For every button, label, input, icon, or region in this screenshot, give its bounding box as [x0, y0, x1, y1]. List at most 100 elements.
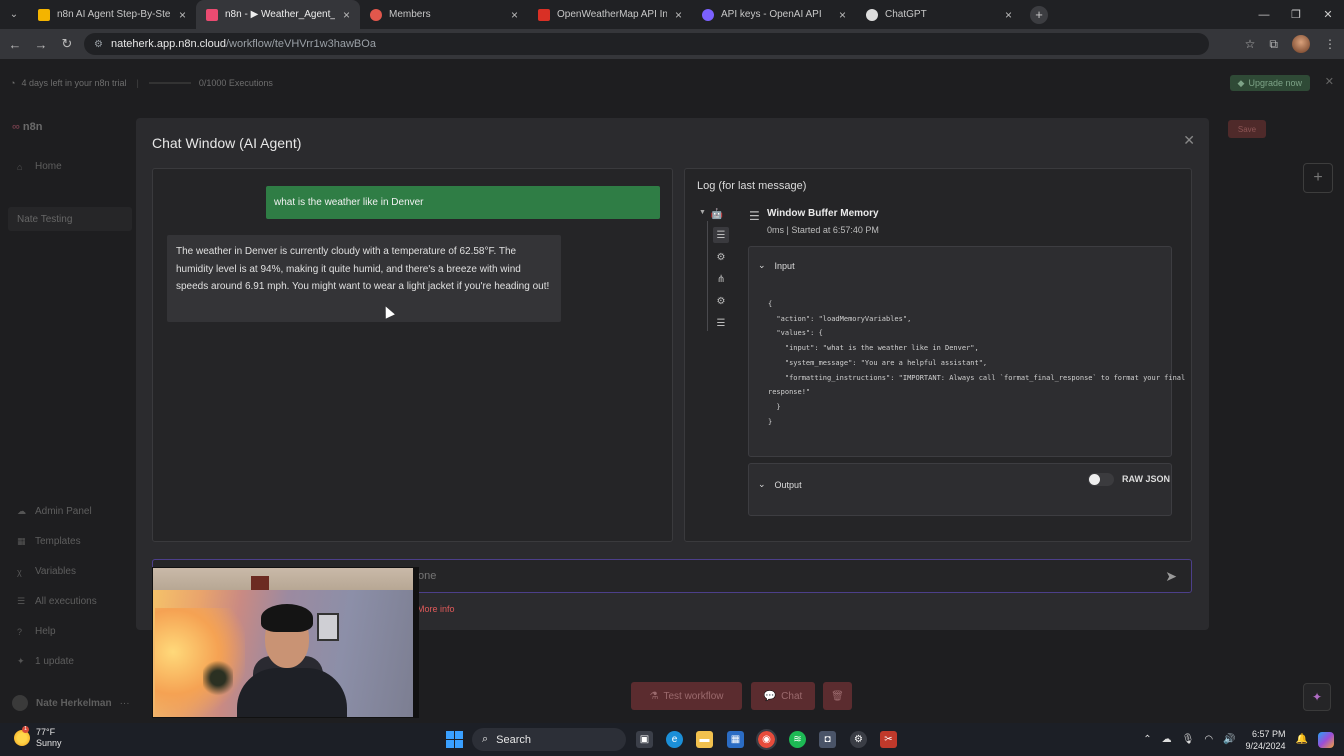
tab-close-icon[interactable]: ×: [839, 8, 846, 22]
test-workflow-button[interactable]: ⚗ Test workflow: [631, 682, 742, 710]
forward-arrow-icon[interactable]: →: [28, 37, 54, 52]
sidebar-item-variables[interactable]: χ Variables: [17, 566, 76, 577]
sidebar-item-help[interactable]: ? Help: [17, 626, 56, 637]
reload-icon[interactable]: ↻: [54, 36, 80, 52]
browser-tab-chatgpt[interactable]: ChatGPT ×: [856, 0, 1022, 29]
chevron-down-icon: ⌄: [758, 260, 766, 270]
windows-start-icon[interactable]: [446, 731, 463, 748]
notifications-bell-icon[interactable]: 🔔: [1296, 734, 1308, 745]
search-icon: ⌕: [482, 733, 489, 745]
bookmark-star-icon[interactable]: ☆: [1245, 37, 1256, 51]
variables-icon: χ: [17, 566, 22, 577]
openai-app-icon[interactable]: ⚙: [850, 731, 867, 748]
edge-icon[interactable]: e: [666, 731, 683, 748]
camera-icon[interactable]: ◘: [819, 731, 836, 748]
chatgpt-favicon-icon: [866, 8, 878, 21]
more-info-link[interactable]: More info: [417, 604, 455, 614]
chat-messages-panel[interactable]: what is the weather like in Denver The w…: [152, 168, 673, 542]
chevron-up-icon[interactable]: ⌃: [1143, 734, 1151, 745]
memory-database-icon[interactable]: ☰: [713, 315, 729, 331]
sidebar-item-home[interactable]: ⌂ Home: [17, 161, 62, 172]
sidebar-item-admin-panel[interactable]: ☁ Admin Panel: [17, 506, 92, 517]
flask-icon: ⚗: [649, 690, 659, 702]
output-header[interactable]: ⌄ Output: [758, 479, 802, 490]
sidebar-user[interactable]: Nate Herkelman ···: [12, 695, 130, 711]
copilot-icon[interactable]: [1318, 731, 1334, 748]
task-view-icon[interactable]: ▣: [636, 731, 653, 748]
add-node-plus-icon[interactable]: +: [1303, 163, 1333, 193]
gift-icon: ✦: [17, 656, 25, 666]
toolbar-actions: ☆ ⧉ ⋮: [1245, 29, 1336, 59]
sun-icon: [14, 730, 30, 746]
raw-json-toggle[interactable]: [1088, 473, 1114, 486]
tab-close-icon[interactable]: ×: [179, 8, 186, 22]
volume-icon[interactable]: 🔊: [1223, 734, 1235, 745]
input-header[interactable]: ⌄ Input: [758, 260, 795, 271]
collapse-caret-icon[interactable]: ▼: [699, 209, 706, 216]
snipping-tool-icon[interactable]: ✂: [880, 731, 897, 748]
restore-icon[interactable]: ❐: [1280, 0, 1312, 29]
profile-avatar[interactable]: [1292, 35, 1310, 53]
chat-button[interactable]: 💬 Chat: [751, 682, 815, 710]
n8n-favicon-icon: [206, 8, 218, 21]
site-info-icon[interactable]: ⚙: [94, 39, 103, 50]
trial-banner-close-icon[interactable]: ✕: [1325, 75, 1334, 88]
address-bar[interactable]: ⚙ nateherk.app.n8n.cloud/workflow/teVHVr…: [84, 33, 1209, 55]
weather-widget[interactable]: 1 77°F Sunny: [14, 726, 62, 749]
tool-sitemap-icon[interactable]: ⋔: [713, 271, 729, 287]
send-icon[interactable]: ➤: [1165, 568, 1177, 585]
input-section[interactable]: ⌄ Input { "action": "loadMemoryVariables"…: [748, 246, 1185, 457]
tab-close-icon[interactable]: ×: [1005, 8, 1012, 22]
trial-banner: ◔ 4 days left in your n8n trial | 0/1000…: [0, 59, 1344, 107]
tab-close-icon[interactable]: ×: [675, 8, 682, 22]
robot-agent-icon[interactable]: 🤖: [709, 206, 725, 222]
browser-tab-openweathermap[interactable]: OpenWeatherMap API Instructi ×: [528, 0, 692, 29]
extensions-puzzle-icon[interactable]: ⧉: [1269, 37, 1278, 52]
back-arrow-icon[interactable]: ←: [2, 37, 28, 52]
file-explorer-icon[interactable]: ▬: [696, 731, 713, 748]
new-tab-plus-icon[interactable]: +: [1030, 5, 1048, 24]
minimize-icon[interactable]: —: [1248, 0, 1280, 29]
sidebar-item-executions[interactable]: ☰ All executions: [17, 596, 97, 607]
browser-tab-members[interactable]: Members ×: [360, 0, 528, 29]
windows-taskbar: 1 77°F Sunny ⌕ Search ▣ e ▬ ▦ ◉ ≋ ◘ ⚙ ✂ ⌃ …: [0, 723, 1344, 756]
cloud-icon: ☁: [17, 506, 26, 516]
openai-model-icon[interactable]: ⚙: [713, 249, 729, 265]
memory-database-icon[interactable]: ☰: [713, 227, 729, 243]
sidebar-item-project[interactable]: Nate Testing: [8, 207, 132, 231]
wifi-icon[interactable]: ◠: [1204, 734, 1213, 745]
browser-menu-icon[interactable]: ⋮: [1324, 37, 1336, 51]
browser-tab-openai-keys[interactable]: API keys - OpenAI API ×: [692, 0, 856, 29]
browser-tab-n8n[interactable]: n8n - ▶ Weather_Agent_Demo ×: [196, 0, 360, 29]
window-close-icon[interactable]: ✕: [1312, 0, 1344, 29]
executions-progress-bar: [148, 82, 191, 84]
tab-search-icon[interactable]: ⌄: [0, 0, 28, 29]
user-menu-icon[interactable]: ···: [120, 698, 130, 709]
store-icon[interactable]: ▦: [727, 731, 744, 748]
tab-close-icon[interactable]: ×: [511, 8, 518, 22]
microphone-icon[interactable]: 🎙: [1182, 734, 1195, 745]
info-icon: ◔: [10, 78, 16, 88]
spotify-icon[interactable]: ≋: [789, 731, 806, 748]
run-tree: ▼ 🤖 ☰ ⚙ ⋔ ⚙ ☰: [699, 207, 739, 337]
chrome-icon[interactable]: ◉: [756, 729, 777, 750]
input-json: { "action": "loadMemoryVariables", "valu…: [768, 300, 1186, 426]
tab-close-icon[interactable]: ×: [343, 8, 350, 22]
modal-close-icon[interactable]: ✕: [1183, 132, 1195, 149]
cloud-off-icon[interactable]: ☁: [1162, 734, 1172, 745]
sidebar-item-templates[interactable]: ▦ Templates: [17, 536, 81, 547]
sidebar: ∞ n8n ⌂ Home Nate Testing ☁ Admin Panel ▦ T…: [0, 107, 135, 723]
taskbar-search[interactable]: ⌕ Search: [472, 728, 626, 751]
clock[interactable]: 6:57 PM 9/24/2024: [1246, 728, 1286, 752]
sidebar-item-update[interactable]: ✦ 1 update: [17, 656, 74, 667]
log-panel: Log (for last message) ▼ 🤖 ☰ ⚙ ⋔ ⚙ ☰ ☰ W…: [684, 168, 1192, 542]
ai-assistant-sparkle-icon[interactable]: ✦: [1303, 683, 1331, 711]
output-section[interactable]: ⌄ Output RAW JSON: [748, 463, 1172, 516]
openai-favicon-icon: [702, 8, 714, 21]
window-controls: — ❐ ✕: [1248, 0, 1344, 29]
openai-model-icon[interactable]: ⚙: [713, 293, 729, 309]
save-button[interactable]: Save: [1228, 120, 1266, 138]
browser-tab-guide[interactable]: n8n AI Agent Step-By-Step - Go ×: [28, 0, 196, 29]
delete-execution-trash-icon[interactable]: 🗑: [823, 682, 852, 710]
upgrade-now-button[interactable]: ◆ Upgrade now: [1229, 75, 1310, 91]
